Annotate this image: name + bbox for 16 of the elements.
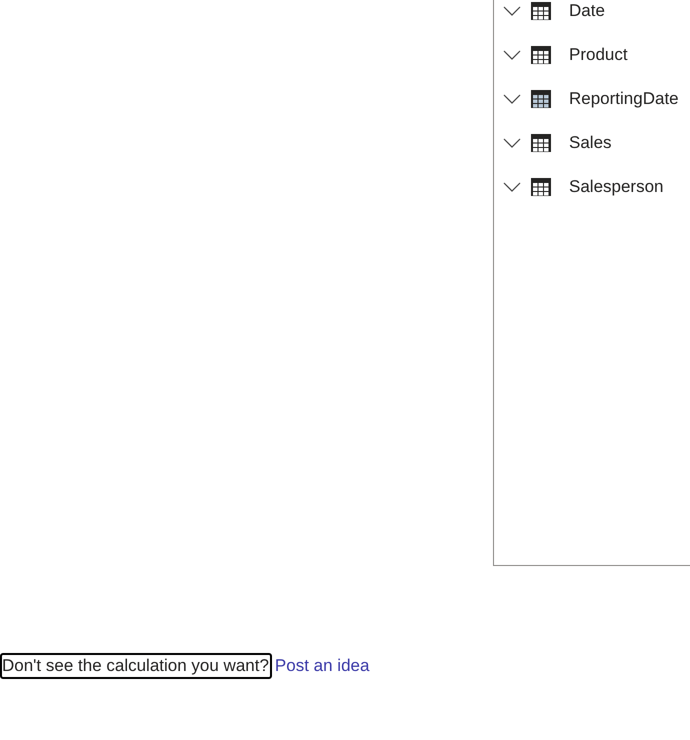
chevron-down-icon[interactable]	[503, 94, 521, 104]
table-icon	[531, 90, 551, 108]
table-icon	[531, 46, 551, 64]
table-name[interactable]: ReportingDate	[569, 86, 679, 112]
chevron-down-icon[interactable]	[503, 6, 521, 16]
chevron-down-icon[interactable]	[503, 182, 521, 192]
table-name[interactable]: Date	[569, 0, 605, 24]
table-name[interactable]: Product	[569, 42, 628, 68]
question-text: Don't see the calculation you want?	[0, 653, 272, 679]
chevron-down-icon[interactable]	[503, 50, 521, 60]
post-idea-link[interactable]: Post an idea	[274, 655, 370, 677]
table-icon	[531, 134, 551, 152]
chevron-down-icon[interactable]	[503, 138, 521, 148]
table-name[interactable]: Salesperson	[569, 174, 664, 200]
table-icon	[531, 178, 551, 196]
table-name[interactable]: Sales	[569, 130, 612, 156]
